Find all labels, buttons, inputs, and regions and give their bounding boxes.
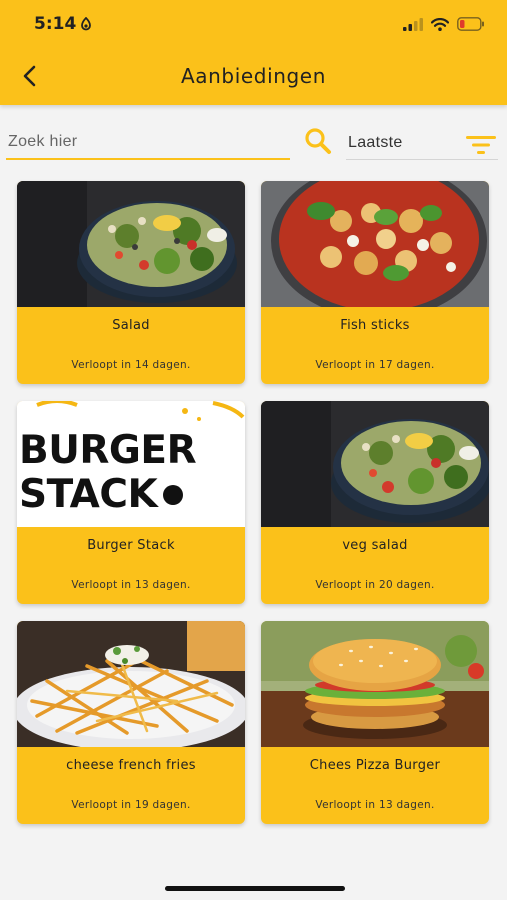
offer-card[interactable]: Salad Verloopt in 14 dagen.	[17, 181, 245, 384]
sort-dropdown[interactable]: Laatste	[346, 126, 498, 160]
logo-line-2: STACK	[19, 472, 158, 517]
home-indicator[interactable]	[165, 886, 345, 891]
sort-selected-value: Laatste	[348, 133, 403, 151]
burger-stack-logo: BURGER STACK	[19, 428, 197, 517]
offer-title: cheese french fries	[66, 758, 196, 773]
salad-bowl-image	[261, 401, 489, 527]
offer-expiry: Verloopt in 14 dagen.	[71, 359, 191, 371]
offer-expiry: Verloopt in 19 dagen.	[71, 799, 191, 811]
status-indicators	[403, 17, 485, 31]
offer-card[interactable]: cheese french fries Verloopt in 19 dagen…	[17, 621, 245, 824]
offer-expiry: Verloopt in 17 dagen.	[315, 359, 435, 371]
offer-expiry: Verloopt in 13 dagen.	[71, 579, 191, 591]
offer-title: veg salad	[342, 538, 408, 553]
offer-title: Burger Stack	[87, 538, 175, 553]
offer-card[interactable]: Fish sticks Verloopt in 17 dagen.	[261, 181, 489, 384]
wifi-icon	[431, 17, 449, 31]
search-bar: Laatste	[0, 118, 507, 166]
search-icon	[305, 128, 331, 154]
location-icon	[81, 17, 92, 31]
offer-card[interactable]: Chees Pizza Burger Verloopt in 13 dagen.	[261, 621, 489, 824]
status-time-text: 5:14	[34, 14, 77, 34]
chicken-burger-image	[261, 621, 489, 747]
offer-expiry: Verloopt in 20 dagen.	[315, 579, 435, 591]
salad-bowl-image	[17, 181, 245, 307]
offer-expiry: Verloopt in 13 dagen.	[315, 799, 435, 811]
app-header: 5:14 Aanbiedingen	[0, 0, 507, 105]
offer-card[interactable]: BURGER STACK Burger Stack Verloopt in 13…	[17, 401, 245, 604]
baked-dish-image	[261, 181, 489, 307]
french-fries-image	[17, 621, 245, 747]
cellular-signal-icon	[403, 17, 423, 31]
search-button[interactable]	[302, 125, 334, 157]
offer-title: Salad	[112, 318, 150, 333]
offer-title: Fish sticks	[340, 318, 410, 333]
offer-card[interactable]: veg salad Verloopt in 20 dagen.	[261, 401, 489, 604]
status-bar-time: 5:14	[34, 14, 92, 34]
battery-icon	[457, 17, 484, 31]
filter-icon[interactable]	[466, 134, 496, 156]
search-input[interactable]	[6, 126, 290, 160]
logo-line-1: BURGER	[19, 428, 197, 473]
logo-badge-icon	[163, 485, 184, 505]
burger-stack-logo-image: BURGER STACK	[17, 401, 245, 527]
page-title: Aanbiedingen	[181, 64, 326, 88]
offer-title: Chees Pizza Burger	[309, 758, 441, 773]
